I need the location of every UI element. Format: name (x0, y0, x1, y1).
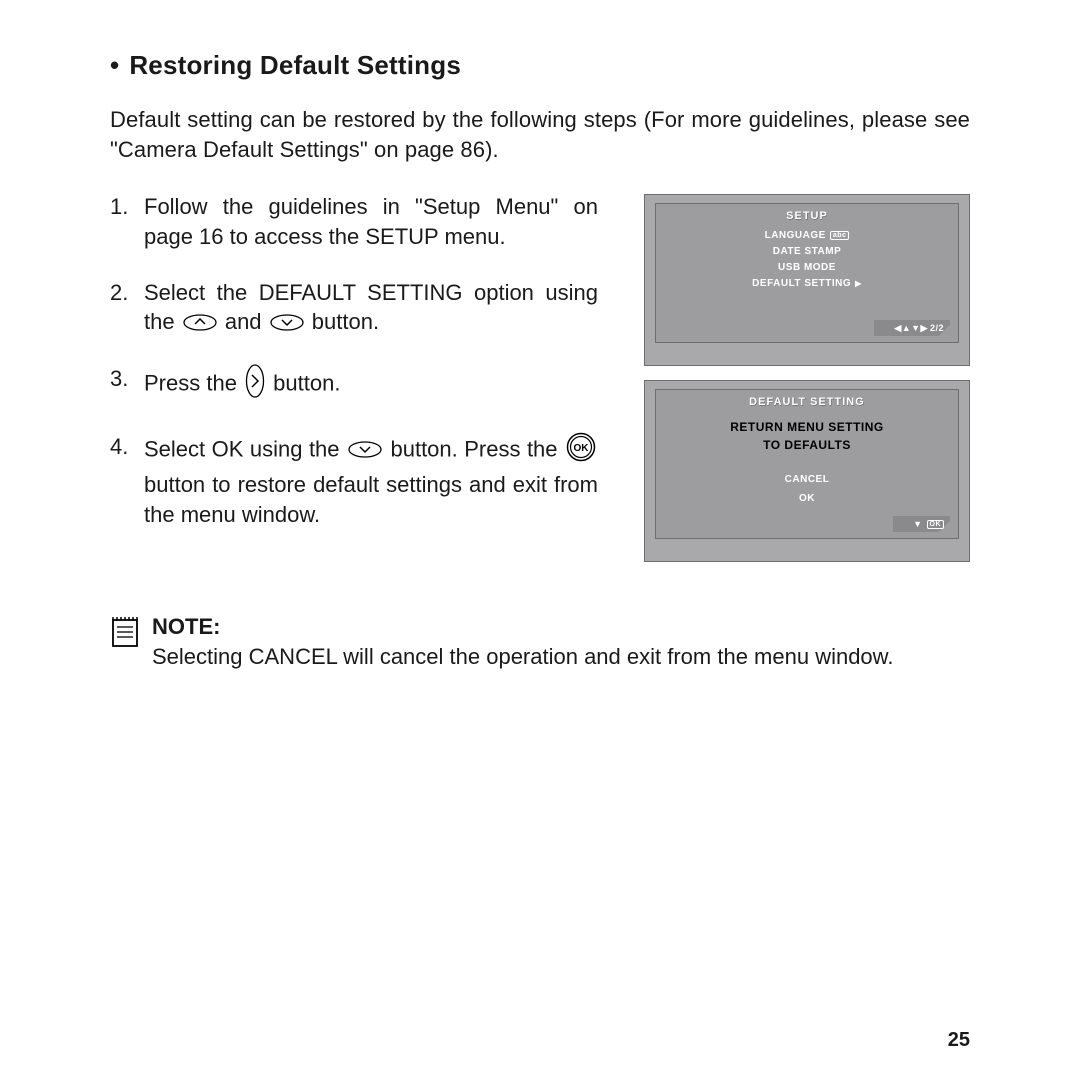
step-3: Press the button. (110, 364, 598, 406)
screen1-item-default: DEFAULT SETTING ▶ (664, 278, 950, 289)
screen1-item-datestamp: DATE STAMP (664, 246, 950, 257)
note-body: NOTE: Selecting CANCEL will cancel the o… (152, 612, 970, 671)
intro-paragraph: Default setting can be restored by the f… (110, 105, 970, 164)
step-1: Follow the guidelines in "Setup Menu" on… (110, 192, 598, 251)
step-4-text-a: Select OK using the (144, 437, 346, 462)
screen1-title: SETUP (664, 210, 950, 222)
ok-button-icon: OK (566, 432, 596, 470)
step-3-text-a: Press the (144, 371, 243, 396)
note-text: Selecting CANCEL will cancel the operati… (152, 644, 893, 669)
content-row: Follow the guidelines in "Setup Menu" on… (110, 192, 970, 562)
down-triangle-icon: ▼ (913, 519, 922, 529)
page-number: 25 (948, 1029, 970, 1052)
screen1-page-indicator: 2/2 (930, 323, 944, 333)
step-2-text-c: button. (312, 309, 379, 334)
screen2-title: DEFAULT SETTING (664, 396, 950, 408)
step-1-text: Follow the guidelines in "Setup Menu" on… (144, 194, 598, 249)
step-4-text-b: button. Press the (390, 437, 564, 462)
step-list: Follow the guidelines in "Setup Menu" on… (110, 192, 598, 555)
camera-screen-confirm: DEFAULT SETTING RETURN MENU SETTING TO D… (644, 380, 970, 562)
right-triangle-icon: ▶ (855, 279, 862, 288)
screen1-footer: ◀▲▼▶ 2/2 (874, 320, 950, 336)
section-heading: • Restoring Default Settings (110, 50, 970, 81)
down-button-icon (348, 436, 382, 466)
note-block: NOTE: Selecting CANCEL will cancel the o… (110, 612, 970, 671)
abc-icon: abc (830, 231, 850, 240)
nav-arrows-icon: ◀▲▼▶ (894, 323, 928, 334)
screen1-item-usbmode: USB MODE (664, 262, 950, 273)
screen1-item-language: LANGUAGE abc (664, 230, 950, 241)
step-4: Select OK using the button. Press the OK… (110, 432, 598, 529)
screen2-cancel: CANCEL (664, 470, 950, 489)
ok-chip-icon: OK (927, 520, 945, 529)
camera-screens: SETUP LANGUAGE abc DATE STAMP USB MODE D… (644, 192, 970, 562)
notepad-icon (110, 614, 140, 656)
step-4-text-c: button to restore default settings and e… (144, 472, 598, 527)
step-2: Select the DEFAULT SETTING option using … (110, 278, 598, 339)
heading-bullet-icon: • (110, 50, 119, 81)
screen2-footer: ▼ OK (893, 516, 950, 532)
down-button-icon (270, 309, 304, 339)
heading-text: Restoring Default Settings (129, 50, 461, 81)
screen2-options: CANCEL OK (664, 470, 950, 508)
step-3-text-b: button. (273, 371, 340, 396)
right-button-icon (245, 364, 265, 406)
screen2-confirm-text: RETURN MENU SETTING TO DEFAULTS (664, 418, 950, 454)
svg-text:OK: OK (574, 443, 590, 454)
screen2-ok: OK (664, 489, 950, 508)
camera-screen-setup: SETUP LANGUAGE abc DATE STAMP USB MODE D… (644, 194, 970, 366)
up-button-icon (183, 309, 217, 339)
note-label: NOTE: (152, 614, 220, 639)
step-2-text-b: and (225, 309, 268, 334)
